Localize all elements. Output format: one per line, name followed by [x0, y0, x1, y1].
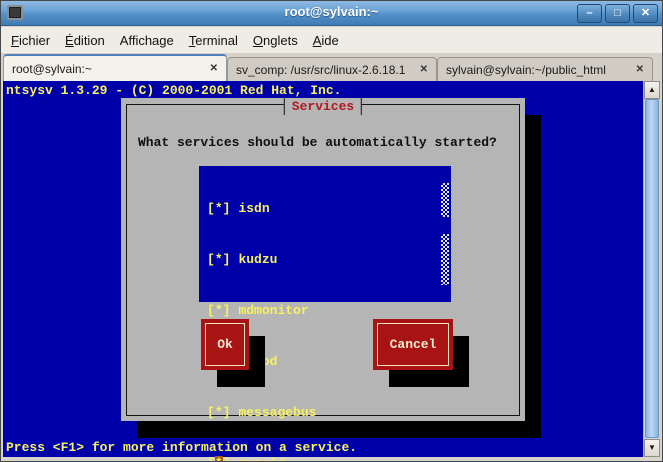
service-row-mysqld[interactable]: [*]mysqld — [199, 455, 451, 462]
service-row-messagebus[interactable]: [*]messagebus — [199, 404, 451, 421]
titlebar[interactable]: root@sylvain:~ – □ ✕ — [1, 1, 662, 26]
menu-edition[interactable]: Édition — [65, 33, 105, 48]
ok-button[interactable]: Ok — [201, 319, 249, 370]
checkbox-mark: * — [215, 201, 223, 216]
service-row-kudzu[interactable]: [*]kudzu — [199, 251, 451, 268]
tab-bar: root@sylvain:~ ✕ sv_comp: /usr/src/linux… — [1, 53, 662, 81]
list-scrollbar-segment[interactable] — [441, 234, 449, 285]
checkbox-mark: * — [215, 252, 223, 267]
menubar: Fichier Édition Affichage Terminal Ongle… — [1, 27, 662, 53]
help-line: Press <F1> for more information on a ser… — [6, 439, 357, 456]
menu-fichier[interactable]: Fichier — [11, 33, 50, 48]
tab-close-icon[interactable]: ✕ — [636, 64, 644, 75]
menu-aide[interactable]: Aide — [313, 33, 339, 48]
ntsysv-header: ntsysv 1.3.29 - (C) 2000-2001 Red Hat, I… — [6, 82, 341, 99]
scroll-up-icon[interactable]: ▲ — [644, 81, 660, 99]
tab-close-icon[interactable]: ✕ — [420, 64, 428, 75]
ok-button-border — [205, 323, 245, 366]
menu-terminal[interactable]: Terminal — [189, 33, 238, 48]
services-listbox[interactable]: [*]isdn [*]kudzu [*]mdmonitor [ ]mdmpd [… — [199, 166, 451, 302]
terminal-screen[interactable]: ntsysv 1.3.29 - (C) 2000-2001 Red Hat, I… — [3, 81, 643, 457]
scrollbar-thumb[interactable] — [645, 99, 659, 438]
tab-public-html[interactable]: sylvain@sylvain:~/public_html ✕ — [437, 57, 653, 81]
maximize-button[interactable]: □ — [605, 4, 630, 23]
scroll-down-icon[interactable]: ▼ — [644, 439, 660, 457]
minimize-button[interactable]: – — [577, 4, 602, 23]
tab-close-icon[interactable]: ✕ — [210, 63, 218, 74]
terminal-scrollbar[interactable]: ▲ ▼ — [643, 81, 659, 457]
menu-affichage[interactable]: Affichage — [120, 33, 174, 48]
tab-root-sylvain[interactable]: root@sylvain:~ ✕ — [3, 54, 227, 81]
dialog-title: Services — [284, 98, 362, 115]
cancel-button-border — [377, 323, 449, 366]
menu-onglets[interactable]: Onglets — [253, 33, 298, 48]
service-row-isdn[interactable]: [*]isdn — [199, 200, 451, 217]
list-scrollbar-segment[interactable] — [441, 183, 449, 217]
service-row-mdmonitor[interactable]: [*]mdmonitor — [199, 302, 451, 319]
checkbox-mark: * — [215, 405, 223, 420]
cancel-button[interactable]: Cancel — [373, 319, 453, 370]
window-title: root@sylvain:~ — [1, 4, 662, 19]
terminal-window: root@sylvain:~ – □ ✕ Fichier Édition Aff… — [0, 0, 663, 462]
close-button[interactable]: ✕ — [633, 4, 658, 23]
services-dialog: Services What services should be automat… — [121, 98, 525, 421]
tab-sv-comp[interactable]: sv_comp: /usr/src/linux-2.6.18.1 ✕ — [227, 57, 437, 81]
dialog-question: What services should be automatically st… — [138, 134, 497, 151]
checkbox-mark-cursor: * — [215, 456, 223, 462]
checkbox-mark: * — [215, 303, 223, 318]
